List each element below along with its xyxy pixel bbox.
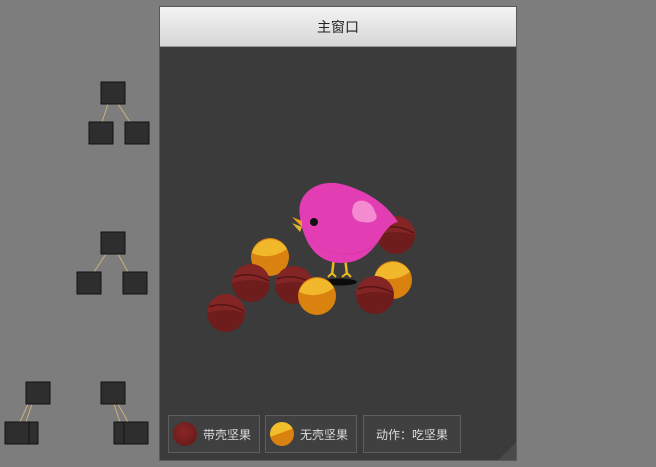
- nut-with-shell-label: 带壳坚果: [203, 427, 252, 442]
- tree-diagram-4: [100, 381, 149, 445]
- nut-with-shell[interactable]: [206, 293, 246, 333]
- tree-diagram-2: [76, 231, 148, 295]
- nut-without-shell[interactable]: [298, 277, 336, 315]
- main-window: 主窗口 带壳坚果 无壳坚果 动作：吃坚果: [159, 6, 517, 461]
- nut-without-shell-button[interactable]: 无壳坚果: [265, 415, 357, 453]
- nut-with-shell[interactable]: [355, 275, 395, 315]
- nut-with-shell-icon: [173, 422, 197, 446]
- nut-without-shell-icon: [270, 422, 294, 446]
- tree-diagram-3: [4, 381, 51, 445]
- nut-without-shell-label: 无壳坚果: [300, 427, 349, 442]
- nut-with-shell-button[interactable]: 带壳坚果: [168, 415, 260, 453]
- nut-with-shell[interactable]: [231, 263, 271, 303]
- eat-nut-action-label: 动作：吃坚果: [375, 427, 448, 442]
- tree-diagram-1: [88, 81, 150, 145]
- resize-grip-icon[interactable]: [498, 442, 516, 460]
- eat-nut-action-button[interactable]: 动作：吃坚果: [363, 415, 461, 453]
- bird-scene-canvas[interactable]: [160, 7, 517, 461]
